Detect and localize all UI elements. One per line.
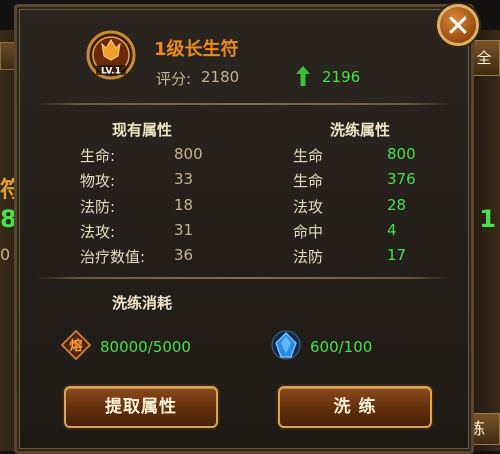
- current-attr-label: 物攻:: [80, 172, 116, 190]
- refine-button[interactable]: 洗 练: [278, 386, 432, 428]
- refine-attr-label: 生命: [293, 172, 324, 190]
- current-attr-value: 33: [174, 170, 194, 188]
- level-badge-text: LV.1: [101, 67, 121, 77]
- current-attr-label: 法防:: [80, 198, 116, 216]
- score-label: 评分:: [156, 70, 192, 88]
- close-button[interactable]: ✕: [437, 4, 479, 46]
- refine-attr-label: 生命: [293, 147, 324, 165]
- extract-attributes-button[interactable]: 提取属性: [64, 386, 218, 428]
- talisman-icon: LV.1: [86, 30, 136, 80]
- refine-attr-label: 法防: [293, 248, 324, 266]
- refine-attr-value: 376: [387, 170, 416, 188]
- refine-attr-value: 4: [387, 221, 397, 239]
- refine-attrs-title: 洗练属性: [330, 121, 391, 139]
- current-attr-label: 法攻:: [80, 223, 116, 241]
- background-left-number-small: 0: [0, 245, 11, 264]
- refine-attr-label: 法攻: [293, 198, 324, 216]
- refine-attr-value: 17: [387, 246, 407, 264]
- refine-attr-value: 28: [387, 196, 407, 214]
- current-attr-value: 36: [174, 246, 194, 264]
- new-score-value: 2196: [322, 68, 361, 86]
- current-attrs-title: 现有属性: [112, 121, 173, 139]
- smelt-token-icon: 熔: [61, 330, 91, 360]
- blue-crystal-icon: [271, 330, 301, 360]
- divider: [36, 103, 450, 105]
- current-attr-value: 31: [174, 221, 194, 239]
- crystal-cost-value: 600/100: [310, 338, 373, 356]
- refine-attr-value: 800: [387, 145, 416, 163]
- background-right-number: 1: [479, 205, 496, 233]
- current-attr-label: 治疗数值:: [80, 248, 146, 266]
- arrow-up-icon: [296, 66, 310, 86]
- refine-attr-label: 命中: [293, 223, 324, 241]
- current-attr-label: 生命:: [80, 147, 116, 165]
- refine-cost-title: 洗练消耗: [112, 294, 173, 312]
- smelt-cost-value: 80000/5000: [100, 338, 191, 356]
- smelt-token-glyph: 熔: [69, 338, 83, 354]
- current-attr-value: 18: [174, 196, 194, 214]
- score-value: 2180: [201, 68, 240, 86]
- current-attr-value: 800: [174, 145, 203, 163]
- item-name: 1级长生符: [154, 39, 239, 60]
- divider: [36, 277, 450, 279]
